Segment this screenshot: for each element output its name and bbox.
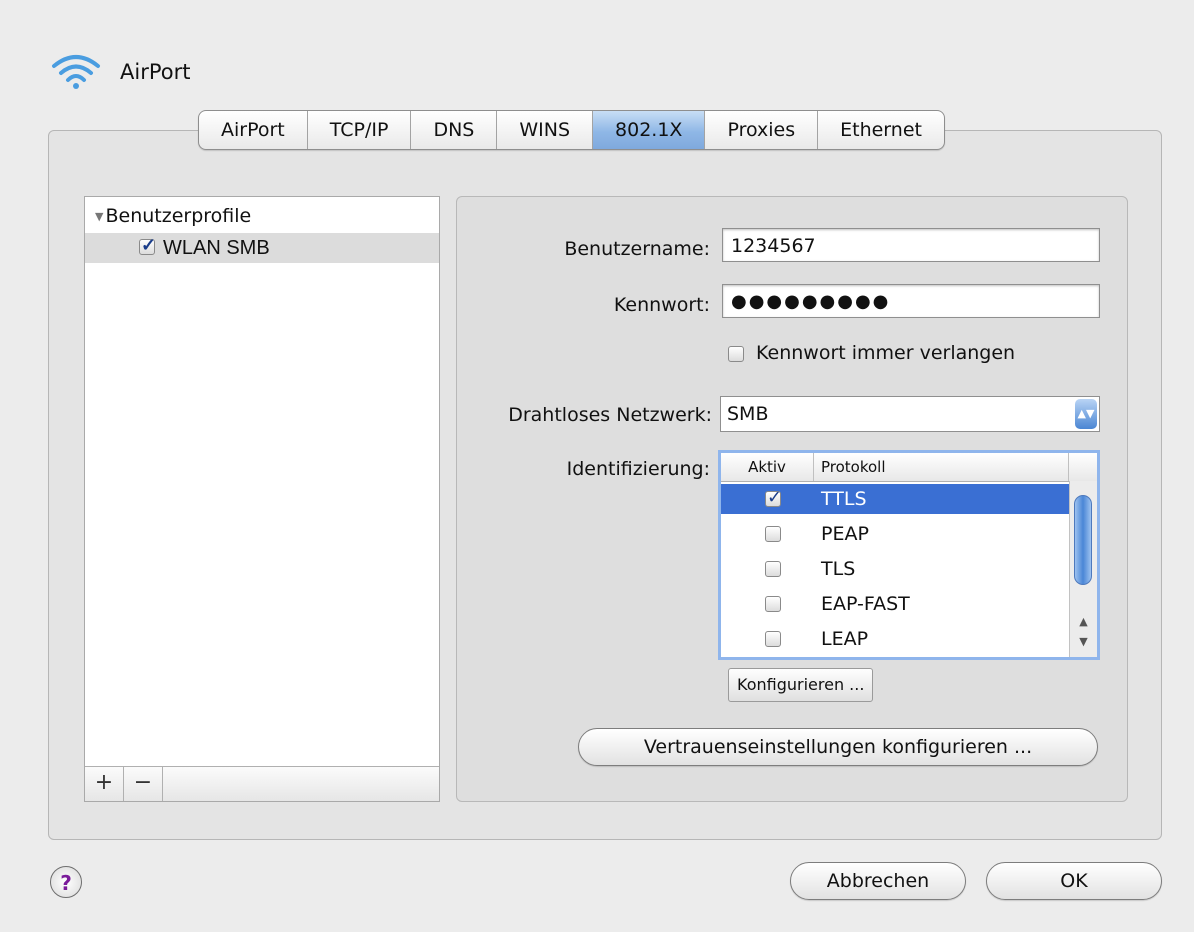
protocol-checkbox[interactable] xyxy=(765,561,781,577)
trust-settings-button[interactable]: Vertrauenseinstellungen konfigurieren ..… xyxy=(578,728,1098,766)
help-button[interactable]: ? xyxy=(50,866,82,898)
protocol-checkbox[interactable] xyxy=(765,487,782,508)
network-select[interactable]: SMB ▲▼ xyxy=(720,396,1100,432)
scrollbar-thumb[interactable] xyxy=(1074,495,1092,585)
protocol-name: EAP-FAST xyxy=(821,593,910,615)
protocol-checkbox[interactable] xyxy=(765,596,781,612)
list-item[interactable]: WLAN SMB xyxy=(85,233,439,263)
scroll-down-icon[interactable]: ▼ xyxy=(1070,635,1097,648)
profile-label: WLAN SMB xyxy=(163,237,270,259)
tab-ethernet[interactable]: Ethernet xyxy=(818,111,944,149)
table-row[interactable]: TTLS xyxy=(721,484,1070,514)
protocol-checkbox[interactable] xyxy=(765,631,781,647)
select-arrows-icon[interactable]: ▲▼ xyxy=(1075,399,1097,429)
protocol-scrollbar[interactable]: ▲ ▼ xyxy=(1069,481,1097,657)
scroll-up-icon[interactable]: ▲ xyxy=(1070,615,1097,628)
table-row[interactable]: PEAP xyxy=(721,519,1070,549)
configure-button[interactable]: Konfigurieren ... xyxy=(728,668,874,702)
table-row[interactable]: EAP-FAST xyxy=(721,589,1070,619)
tab-8021x[interactable]: 802.1X xyxy=(593,111,706,149)
ok-button[interactable]: OK xyxy=(986,862,1162,900)
profile-list[interactable]: ▼Benutzerprofile WLAN SMB + − xyxy=(84,196,440,802)
tab-proxies[interactable]: Proxies xyxy=(705,111,819,149)
network-label: Drahtloses Netzwerk: xyxy=(508,404,712,426)
username-field[interactable]: 1234567 xyxy=(722,228,1100,262)
table-row[interactable]: LEAP xyxy=(721,624,1070,654)
table-row[interactable]: TLS xyxy=(721,554,1070,584)
protocol-name: PEAP xyxy=(821,523,869,545)
protocol-name: TTLS xyxy=(821,488,867,510)
window-title: AirPort xyxy=(120,60,191,84)
password-field[interactable]: ●●●●●●●●● xyxy=(722,284,1100,318)
protocol-checkbox[interactable] xyxy=(765,526,781,542)
column-header-active[interactable]: Aktiv xyxy=(721,453,814,481)
network-select-value: SMB xyxy=(727,403,769,425)
tab-tcpip[interactable]: TCP/IP xyxy=(308,111,412,149)
tab-airport[interactable]: AirPort xyxy=(199,111,308,149)
tab-dns[interactable]: DNS xyxy=(411,111,498,149)
cancel-button[interactable]: Abbrechen xyxy=(790,862,966,900)
column-header-protocol[interactable]: Protokoll xyxy=(813,453,1069,481)
remove-profile-button[interactable]: − xyxy=(124,767,163,801)
protocol-table-header: Aktiv Protokoll xyxy=(721,453,1097,482)
always-ask-password-checkbox[interactable] xyxy=(728,346,744,362)
username-label: Benutzername: xyxy=(564,238,710,260)
auth-label: Identifizierung: xyxy=(566,458,710,480)
always-ask-password-label: Kennwort immer verlangen xyxy=(756,342,1016,364)
protocol-table[interactable]: Aktiv Protokoll TTLS PEAP TLS EAP-FAST L… xyxy=(718,450,1100,660)
disclosure-triangle-icon[interactable]: ▼ xyxy=(95,210,103,223)
add-profile-button[interactable]: + xyxy=(85,767,124,801)
wifi-icon xyxy=(52,55,100,89)
profile-group-label: Benutzerprofile xyxy=(105,205,252,227)
tab-bar: AirPort TCP/IP DNS WINS 802.1X Proxies E… xyxy=(198,110,945,150)
list-toolbar: + − xyxy=(85,766,439,801)
tab-wins[interactable]: WINS xyxy=(497,111,594,149)
profile-group-header[interactable]: ▼ Benutzerprofile xyxy=(95,205,251,227)
protocol-name: LEAP xyxy=(821,628,869,650)
profile-checkbox[interactable] xyxy=(139,235,156,256)
protocol-name: TLS xyxy=(821,558,856,580)
password-label: Kennwort: xyxy=(613,294,710,316)
